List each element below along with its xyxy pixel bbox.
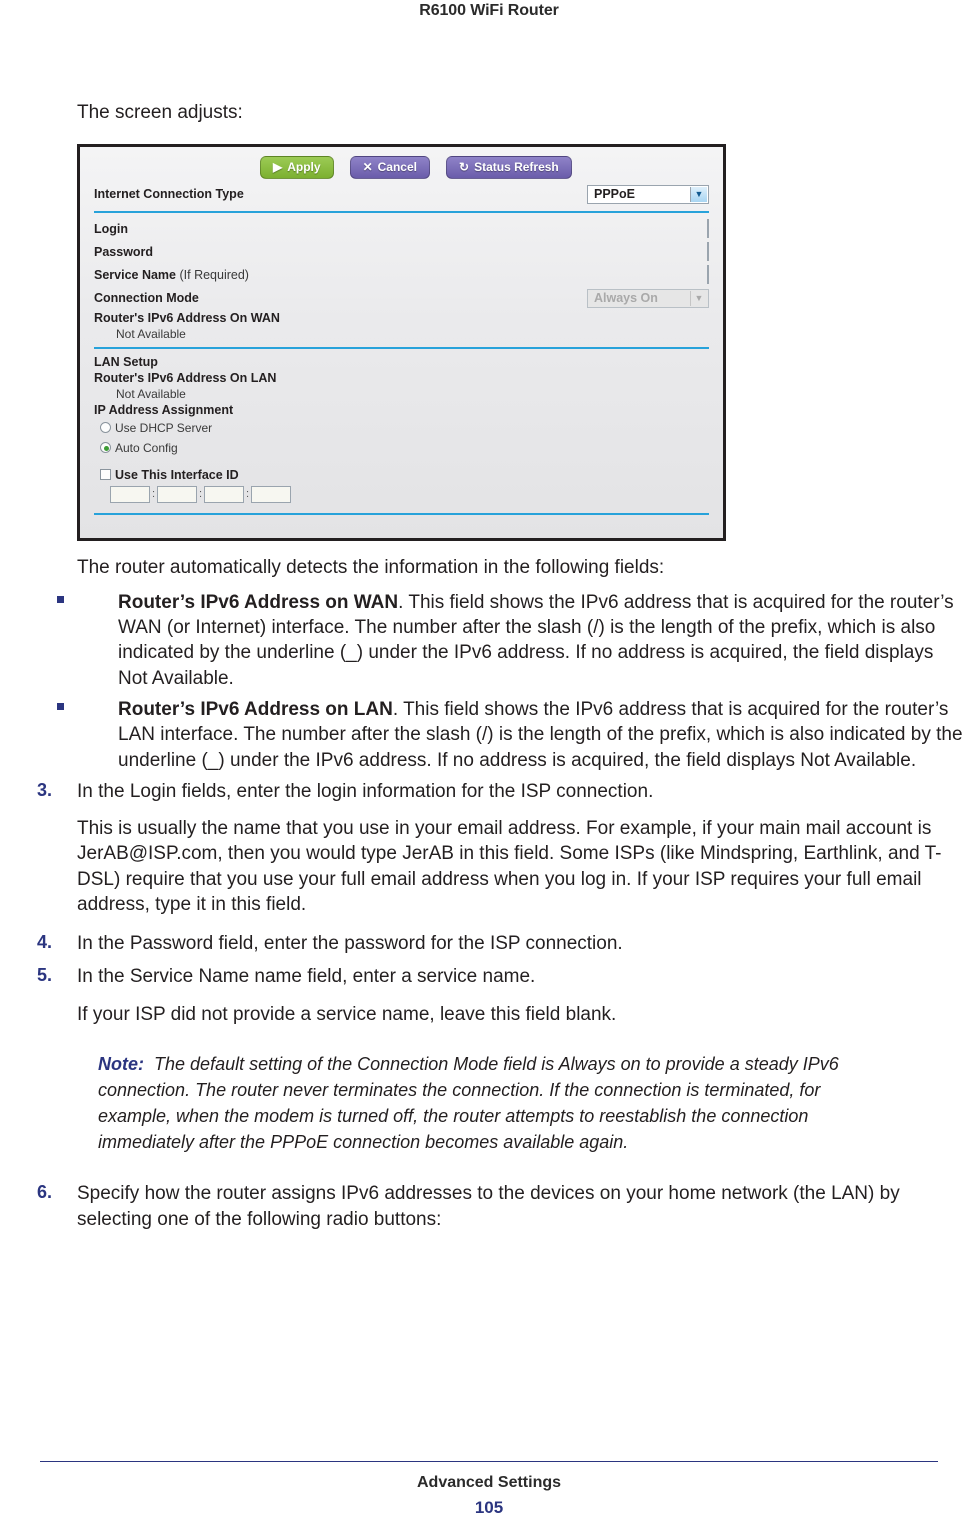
radio-auto-config-label: Auto Config <box>115 440 178 455</box>
step-number: 6. <box>37 1182 53 1203</box>
refresh-icon: ↻ <box>459 160 470 175</box>
internet-connection-type-label: Internet Connection Type <box>94 187 244 202</box>
footer-section-title: Advanced Settings <box>416 1474 562 1491</box>
login-input[interactable] <box>707 219 709 239</box>
page-footer: Advanced Settings 105 <box>40 1461 938 1518</box>
close-x-icon: ✕ <box>362 160 373 175</box>
internet-connection-type-select[interactable]: PPPoE ▼ <box>587 184 709 204</box>
radio-auto-config[interactable]: Auto Config <box>80 438 723 458</box>
step-number: 5. <box>37 965 53 986</box>
page-content: The screen adjusts: ▶ Apply ✕ Cancel ↻ S… <box>0 100 978 1232</box>
apply-button[interactable]: ▶ Apply <box>260 155 334 179</box>
bullet-icon <box>57 702 64 710</box>
use-interface-id-label: Use This Interface ID <box>115 467 239 482</box>
password-input[interactable] <box>707 242 709 262</box>
interface-id-segment-4[interactable] <box>251 485 291 503</box>
step-text: In the Service Name name field, enter a … <box>77 966 536 988</box>
service-name-sublabel: (If Required) <box>176 268 249 283</box>
footer-rule <box>40 1461 938 1462</box>
connection-mode-value: Always On <box>594 291 658 306</box>
interface-id-separator: : <box>151 488 156 501</box>
numbered-steps-continued: 6. Specify how the router assigns IPv6 a… <box>0 1181 978 1232</box>
interface-id-separator: : <box>198 488 203 501</box>
divider-top <box>94 210 709 213</box>
step-5: 5. In the Service Name name field, enter… <box>37 964 966 1027</box>
lan-address-label: Router's IPv6 Address On LAN <box>94 370 277 385</box>
play-triangle-icon: ▶ <box>273 160 283 175</box>
bullet-term: Router’s IPv6 Address on LAN <box>118 698 393 720</box>
wan-address-value: Not Available <box>116 326 186 341</box>
step-text: In the Password field, enter the passwor… <box>77 933 623 955</box>
login-label: Login <box>94 222 129 237</box>
lan-address-value: Not Available <box>116 386 186 401</box>
cancel-button-label: Cancel <box>377 160 417 175</box>
step-text: Specify how the router assigns IPv6 addr… <box>77 1183 900 1230</box>
internet-connection-type-value: PPPoE <box>594 187 635 202</box>
checkbox-icon <box>100 469 111 481</box>
list-item: Router’s IPv6 Address on WAN. This field… <box>57 590 966 691</box>
chevron-down-icon: ▼ <box>690 186 707 202</box>
page-number: 105 <box>474 1498 504 1517</box>
step-number: 4. <box>37 932 53 953</box>
running-header-title: R6100 WiFi Router <box>419 2 559 19</box>
divider-bottom <box>94 512 709 515</box>
cancel-button[interactable]: ✕ Cancel <box>349 155 430 179</box>
password-label: Password <box>94 245 154 260</box>
service-name-row: Service Name (If Required) <box>80 264 723 287</box>
note-block: Note: The default setting of the Connect… <box>98 1051 888 1155</box>
interface-id-segment-2[interactable] <box>157 485 197 503</box>
note-text: The default setting of the Connection Mo… <box>98 1053 839 1153</box>
step-3: 3. In the Login fields, enter the login … <box>37 779 966 917</box>
router-admin-screenshot: ▶ Apply ✕ Cancel ↻ Status Refresh Intern… <box>77 143 726 541</box>
list-item: Router’s IPv6 Address on LAN. This field… <box>57 697 966 773</box>
radio-use-dhcp-server[interactable]: Use DHCP Server <box>80 418 723 438</box>
connection-mode-label: Connection Mode <box>94 291 199 306</box>
step-3-detail: This is usually the name that you use in… <box>77 818 942 915</box>
step-number: 3. <box>37 779 53 800</box>
chevron-down-icon: ▼ <box>690 290 707 306</box>
wan-address-label: Router's IPv6 Address On WAN <box>94 310 280 325</box>
screenshot-button-row: ▶ Apply ✕ Cancel ↻ Status Refresh <box>260 147 723 183</box>
connection-mode-row: Connection Mode Always On ▼ <box>80 287 723 310</box>
interface-id-separator: : <box>245 488 250 501</box>
internet-connection-type-row: Internet Connection Type PPPoE ▼ <box>80 183 723 206</box>
connection-mode-select[interactable]: Always On ▼ <box>587 288 709 308</box>
lead-text: The screen adjusts: <box>77 102 243 123</box>
login-row: Login <box>80 218 723 241</box>
step-5-detail: If your ISP did not provide a service na… <box>77 1003 617 1025</box>
interface-id-inputs: : : : <box>80 485 723 503</box>
ip-address-assignment-heading: IP Address Assignment <box>94 402 234 417</box>
interface-id-segment-3[interactable] <box>204 485 244 503</box>
running-header: R6100 WiFi Router <box>0 0 978 34</box>
apply-button-label: Apply <box>287 160 321 175</box>
note-label: Note: <box>98 1053 144 1074</box>
radio-selected-icon <box>100 442 111 454</box>
detected-fields-list: Router’s IPv6 Address on WAN. This field… <box>0 590 978 773</box>
interface-id-segment-1[interactable] <box>110 485 150 503</box>
numbered-steps: 3. In the Login fields, enter the login … <box>0 779 978 1027</box>
radio-use-dhcp-server-label: Use DHCP Server <box>115 420 213 435</box>
step-text: In the Login fields, enter the login inf… <box>77 780 654 802</box>
password-row: Password <box>80 241 723 264</box>
lan-setup-heading: LAN Setup <box>94 354 158 369</box>
status-refresh-button-label: Status Refresh <box>474 160 559 175</box>
service-name-label: Service Name (If Required) <box>94 268 249 283</box>
bullet-term: Router’s IPv6 Address on WAN <box>118 591 399 613</box>
detects-intro-paragraph: The router automatically detects the inf… <box>77 556 665 578</box>
service-name-input[interactable] <box>707 265 709 285</box>
bullet-icon <box>57 595 64 603</box>
step-6: 6. Specify how the router assigns IPv6 a… <box>37 1181 966 1232</box>
status-refresh-button[interactable]: ↻ Status Refresh <box>446 155 572 179</box>
divider-middle <box>94 346 709 349</box>
step-4: 4. In the Password field, enter the pass… <box>37 931 966 956</box>
radio-icon <box>100 422 111 434</box>
use-interface-id-checkbox-row[interactable]: Use This Interface ID <box>80 468 723 482</box>
